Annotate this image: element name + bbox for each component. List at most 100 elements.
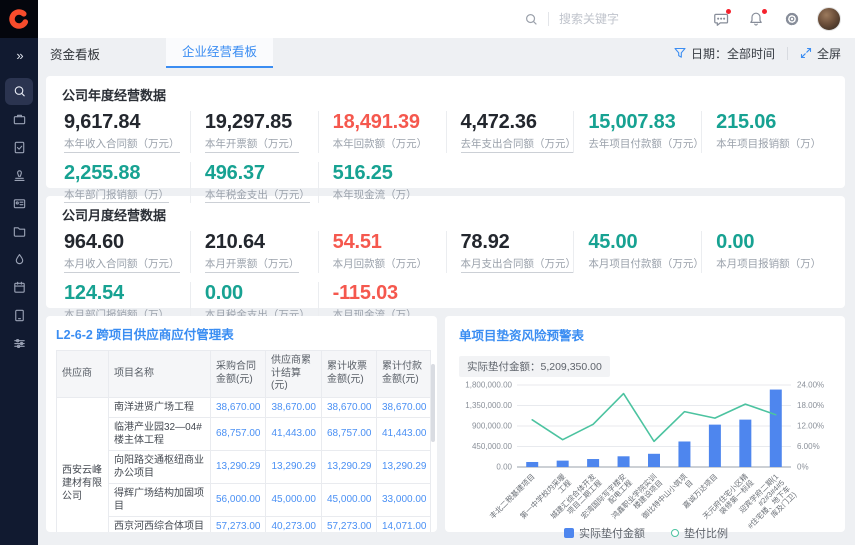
amount-cell[interactable]: 38,670.00 xyxy=(266,397,322,417)
sidebar-item-id-card[interactable] xyxy=(5,190,33,217)
bar-8[interactable] xyxy=(770,390,782,467)
amount-cell[interactable]: 57,273.00 xyxy=(211,516,266,532)
tab-enterprise-board[interactable]: 企业经营看板 xyxy=(166,38,273,68)
amount-cell[interactable]: 56,000.00 xyxy=(211,483,266,516)
kpi-value: 2,255.88 xyxy=(64,162,190,185)
table-row: 向阳路交通枢纽商业办公项目13,290.2913,290.2913,290.29… xyxy=(57,450,431,483)
left-axis-tick: 1,350,000.00 xyxy=(465,401,512,410)
amount-cell[interactable]: 33,000.00 xyxy=(377,483,431,516)
notifications-button[interactable] xyxy=(747,10,765,28)
sidebar-item-tablet[interactable] xyxy=(5,302,33,329)
amount-cell[interactable]: 13,290.29 xyxy=(211,450,266,483)
kpi-label[interactable]: 本月开票额（万元） xyxy=(205,258,300,273)
kpi-value: 0.00 xyxy=(205,282,318,305)
monthly-kpi: 0.00本月项目报销额（万） xyxy=(701,231,829,273)
fullscreen-button[interactable]: 全屏 xyxy=(800,45,841,62)
risk-chart-panel: 单项目垫资风险预警表 实际垫付金额：5,209,350.00 0.00450,0… xyxy=(445,316,845,532)
amount-cell[interactable]: 68,757.00 xyxy=(211,417,266,450)
amount-cell[interactable]: 38,670.00 xyxy=(377,397,431,417)
amount-cell[interactable]: 68,757.00 xyxy=(322,417,377,450)
bar-4[interactable] xyxy=(648,454,660,467)
legend-item[interactable]: 实际垫付金额 xyxy=(564,525,645,541)
main-content: 公司年度经营数据 9,617.84本年收入合同额（万元）19,297.85本年开… xyxy=(38,68,855,545)
kpi-label[interactable]: 本月收入合同额（万元） xyxy=(64,258,180,273)
ratio-line[interactable] xyxy=(532,394,776,442)
bar-7[interactable] xyxy=(739,420,751,467)
left-axis-tick: 450,000.00 xyxy=(472,442,513,451)
messages-button[interactable] xyxy=(711,10,729,28)
logo-c-icon xyxy=(8,8,30,30)
table-column-header: 供应商累计结算(元) xyxy=(266,351,322,398)
sidebar-item-stamp[interactable] xyxy=(5,162,33,189)
global-search[interactable] xyxy=(524,12,647,27)
kpi-value: 54.51 xyxy=(333,231,446,254)
document-check-icon xyxy=(12,140,27,155)
amount-cell[interactable]: 38,670.00 xyxy=(211,397,266,417)
annual-kpi: 496.37 本年税金支出（万元） xyxy=(190,162,318,204)
search-icon xyxy=(524,12,539,27)
annual-kpi: 2,255.88 本年部门报销额（万） xyxy=(62,162,190,204)
amount-cell[interactable]: 13,290.29 xyxy=(377,450,431,483)
annual-kpi: 18,491.39本年回款额（万元） xyxy=(318,111,446,153)
project-name-cell: 南洋进贤广场工程 xyxy=(109,397,211,417)
kpi-label[interactable]: 去年支出合同额（万元） xyxy=(461,138,574,153)
monthly-kpi: 964.60本月收入合同额（万元） xyxy=(62,231,190,273)
sidebar-collapse-toggle[interactable]: » xyxy=(0,40,38,70)
notification-dot xyxy=(762,9,767,14)
sidebar-item-folder[interactable] xyxy=(5,218,33,245)
kpi-value: 496.37 xyxy=(205,162,318,185)
user-avatar[interactable] xyxy=(817,7,841,31)
kpi-value: 9,617.84 xyxy=(64,111,190,134)
kpi-label[interactable]: 本月支出合同额（万元） xyxy=(461,258,574,273)
tab-bar: 资金看板 企业经营看板 日期：全部时间 全屏 xyxy=(38,38,855,68)
table-scrollbar-thumb[interactable] xyxy=(431,364,435,442)
kpi-label[interactable]: 本年开票额（万元） xyxy=(205,138,300,153)
kpi-value: -115.03 xyxy=(333,282,446,305)
amount-cell[interactable]: 41,443.00 xyxy=(377,417,431,450)
bar-0[interactable] xyxy=(526,462,538,467)
bar-5[interactable] xyxy=(678,441,690,467)
amount-cell[interactable]: 41,443.00 xyxy=(266,417,322,450)
amount-cell[interactable]: 38,670.00 xyxy=(322,397,377,417)
bar-6[interactable] xyxy=(709,425,721,467)
kpi-label: 本月回款额（万元） xyxy=(333,258,428,271)
legend-item[interactable]: 垫付比例 xyxy=(671,525,728,541)
amount-cell[interactable]: 45,000.00 xyxy=(322,483,377,516)
annual-kpi-grid: 9,617.84本年收入合同额（万元）19,297.85本年开票额（万元）18,… xyxy=(62,111,829,203)
supplier-cell: 西安云峰建材有限公司 xyxy=(57,397,109,532)
sidebar-item-droplet[interactable] xyxy=(5,246,33,273)
bar-1[interactable] xyxy=(557,461,569,467)
bar-2[interactable] xyxy=(587,459,599,467)
monthly-kpi: 45.00本月项目付款额（万元） xyxy=(573,231,701,273)
amount-cell[interactable]: 13,290.29 xyxy=(322,450,377,483)
sidebar-item-sliders[interactable] xyxy=(5,330,33,357)
monthly-kpi-panel: 公司月度经营数据 964.60本月收入合同额（万元）210.64本月开票额（万元… xyxy=(46,196,845,308)
table-row: 得辉广场结构加固项目56,000.0045,000.0045,000.0033,… xyxy=(57,483,431,516)
kpi-label[interactable]: 本年部门报销额（万） xyxy=(64,189,169,204)
sidebar-item-document-check[interactable] xyxy=(5,134,33,161)
table-column-header: 累计付款金额(元) xyxy=(377,351,431,398)
tab-funds-board[interactable]: 资金看板 xyxy=(50,44,100,63)
sidebar-item-calendar[interactable] xyxy=(5,274,33,301)
table-row: 西京河西综合体项目57,273.0040,273.0057,273.0014,0… xyxy=(57,516,431,532)
amount-cell[interactable]: 45,000.00 xyxy=(266,483,322,516)
legend-circle-icon xyxy=(671,529,679,537)
sidebar-item-search[interactable] xyxy=(5,78,33,105)
date-filter[interactable]: 日期：全部时间 xyxy=(674,45,775,62)
amount-cell[interactable]: 57,273.00 xyxy=(322,516,377,532)
legend-square-icon xyxy=(564,528,574,538)
risk-bar-line-chart[interactable]: 0.00450,000.00900,000.001,350,000.001,80… xyxy=(459,379,831,531)
kpi-label[interactable]: 本年收入合同额（万元） xyxy=(64,138,180,153)
settings-button[interactable] xyxy=(783,10,801,28)
bar-3[interactable] xyxy=(618,456,630,467)
actual-advance-badge: 实际垫付金额：5,209,350.00 xyxy=(459,356,610,377)
amount-cell[interactable]: 14,071.00 xyxy=(377,516,431,532)
kpi-label[interactable]: 本年税金支出（万元） xyxy=(205,189,310,204)
amount-cell[interactable]: 40,273.00 xyxy=(266,516,322,532)
search-input[interactable] xyxy=(559,12,647,26)
project-name-cell: 西京河西综合体项目 xyxy=(109,516,211,532)
amount-cell[interactable]: 13,290.29 xyxy=(266,450,322,483)
sidebar: » xyxy=(0,0,38,545)
sliders-icon xyxy=(12,336,27,351)
sidebar-item-briefcase[interactable] xyxy=(5,106,33,133)
